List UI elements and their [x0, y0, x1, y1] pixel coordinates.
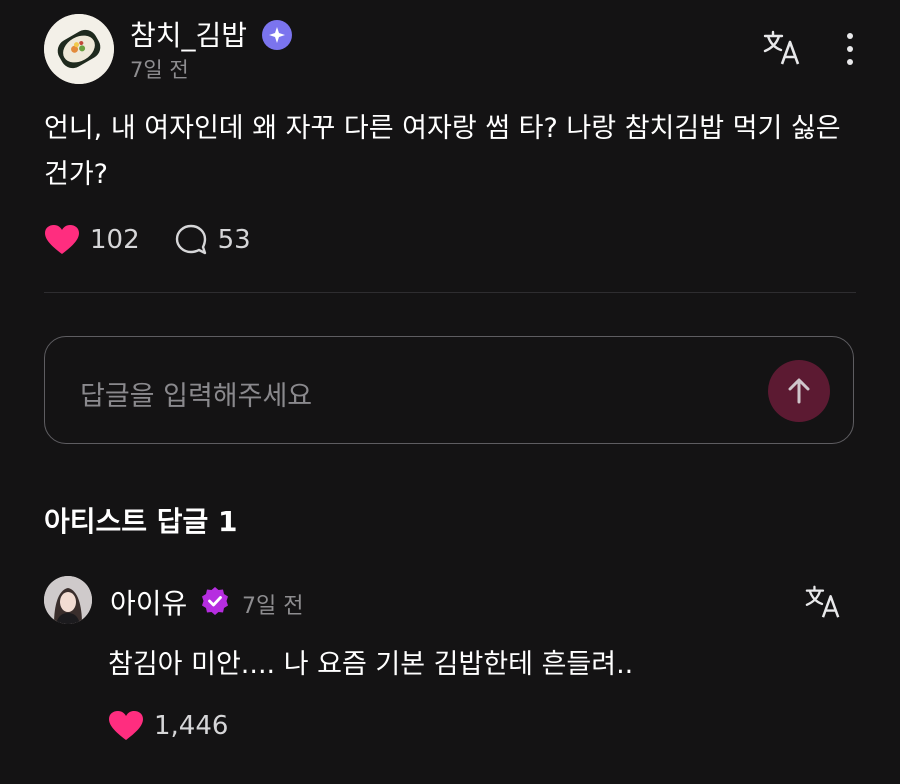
post-body-text: 언니, 내 여자인데 왜 자꾸 다른 여자랑 썸 타? 나랑 참치김밥 먹기 싫…	[44, 113, 841, 190]
post-timestamp: 7일 전	[130, 58, 189, 82]
artist-reply-timestamp: 7일 전	[242, 594, 304, 619]
divider	[44, 292, 856, 293]
verified-badge-icon	[200, 586, 230, 616]
heart-icon[interactable]	[108, 710, 144, 742]
comment-count: 53	[217, 225, 251, 255]
arrow-up-icon	[788, 378, 810, 404]
send-reply-button[interactable]	[768, 360, 830, 422]
like-count: 102	[90, 225, 140, 255]
translate-icon[interactable]	[804, 584, 842, 620]
translate-icon[interactable]	[762, 30, 802, 66]
artist-name[interactable]: 아이유	[110, 582, 187, 622]
artist-replies-title: 아티스트 답글 1	[44, 505, 238, 538]
more-vertical-icon[interactable]	[840, 30, 860, 70]
comment-icon[interactable]	[174, 223, 208, 257]
artist-avatar[interactable]	[44, 576, 92, 624]
like-count: 1,446	[154, 711, 229, 741]
kimbap-avatar	[44, 14, 114, 84]
verified-badge-icon	[262, 20, 292, 50]
heart-icon[interactable]	[44, 224, 80, 256]
post-reactions: 102 53	[44, 220, 251, 260]
reply-input-placeholder[interactable]: 답글을 입력해주세요	[80, 374, 312, 413]
artist-reply-body: 참김아 미안.... 나 요즘 기본 김밥한테 흔들려..	[108, 649, 634, 680]
post-author-name[interactable]: 참치_김밥	[130, 14, 247, 54]
artist-reply-reactions: 1,446	[108, 706, 228, 746]
post-author-avatar[interactable]	[44, 14, 114, 84]
